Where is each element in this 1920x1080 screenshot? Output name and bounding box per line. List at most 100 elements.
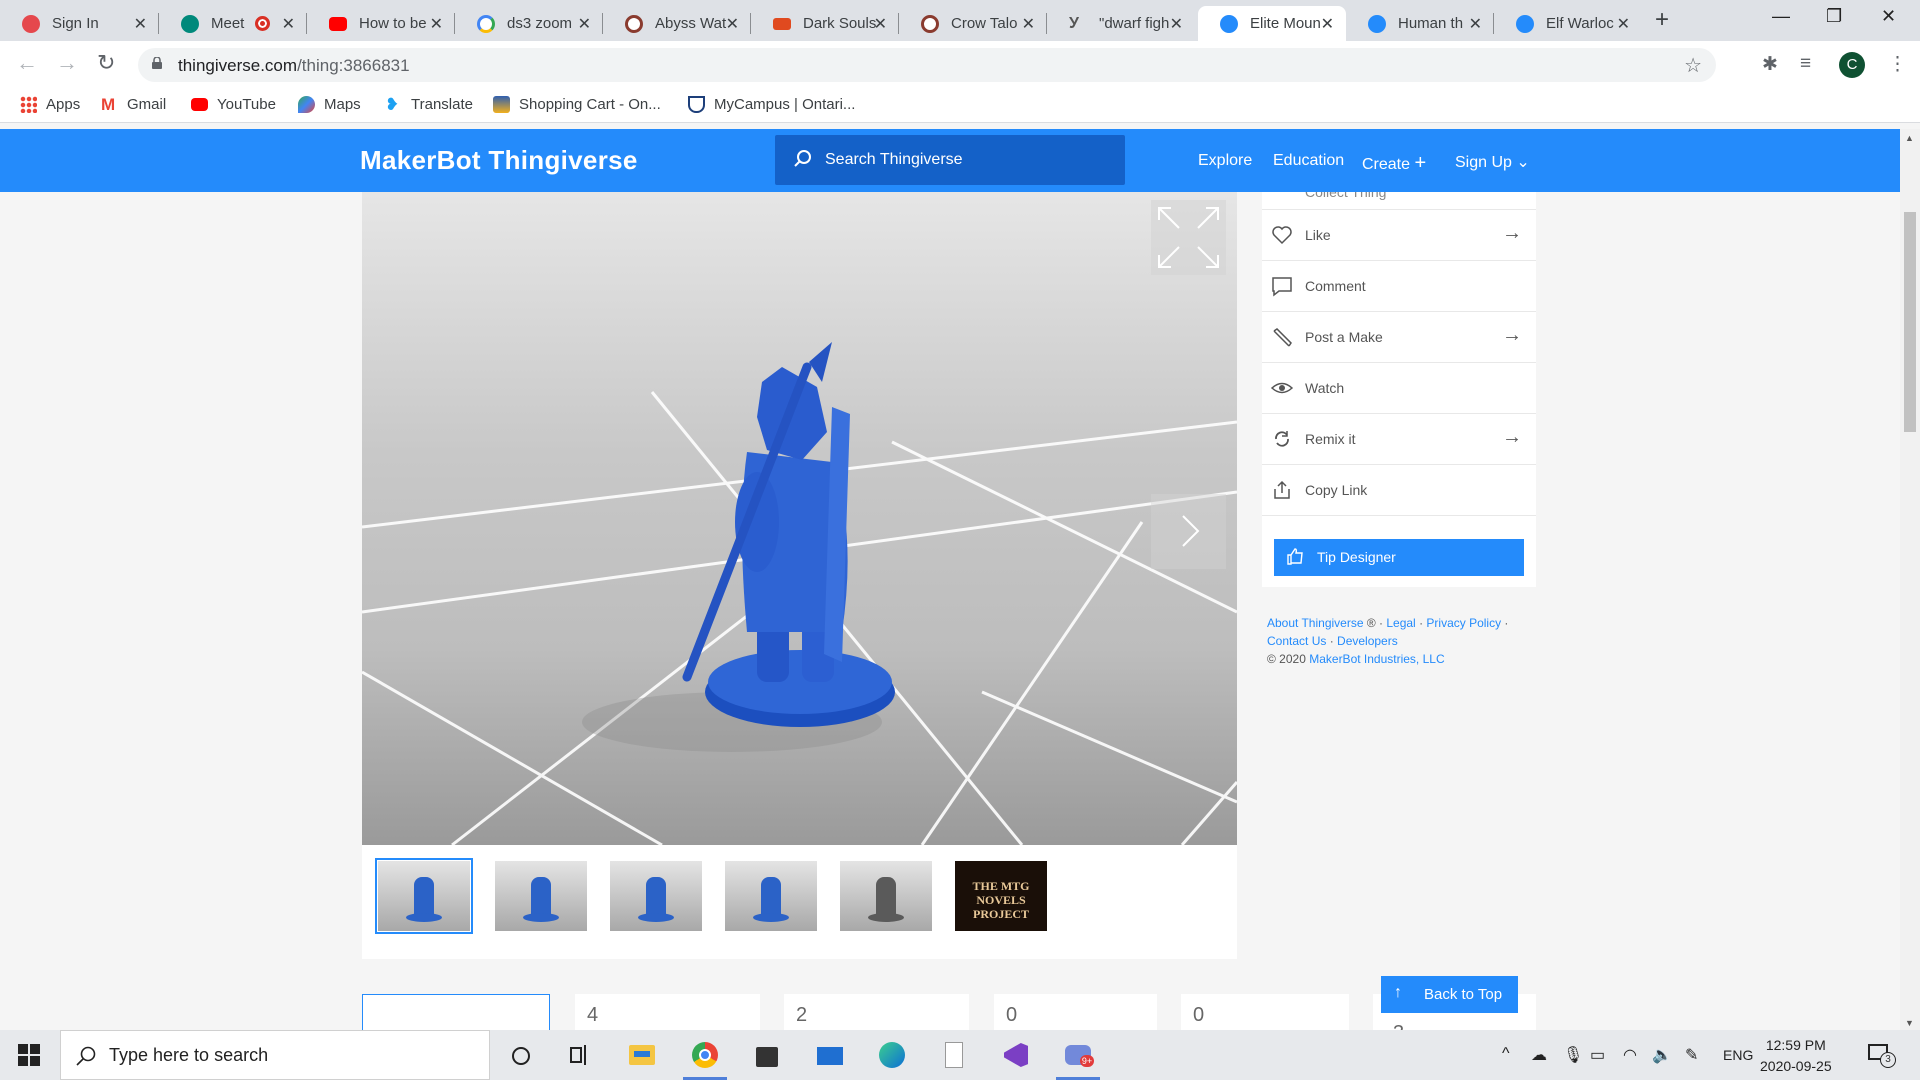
stat-box[interactable]: 2 — [784, 994, 969, 1030]
site-logo[interactable]: MakerBot Thingiverse — [360, 145, 638, 176]
forward-icon[interactable]: → — [56, 50, 78, 76]
system-clock[interactable]: 12:59 PM 2020-09-25 — [1760, 1035, 1832, 1077]
nav-create[interactable]: Create + — [1362, 152, 1426, 175]
watch-button[interactable]: Watch — [1262, 363, 1536, 414]
thumbnail[interactable] — [375, 858, 473, 934]
close-icon[interactable]: ✕ — [578, 14, 591, 34]
address-bar[interactable]: thingiverse.com/thing:3866831 ☆ — [138, 48, 1716, 82]
back-to-top-button[interactable]: ↑ Back to Top — [1381, 976, 1518, 1013]
scroll-up-icon[interactable]: ▲ — [1905, 133, 1914, 143]
reading-list-icon[interactable]: ≡ — [1800, 53, 1811, 75]
language-indicator[interactable]: ENG — [1723, 1047, 1753, 1063]
tab[interactable]: Dark Souls ✕ — [751, 6, 899, 41]
task-view-icon[interactable] — [564, 1039, 596, 1071]
close-window-button[interactable]: ✕ — [1881, 6, 1896, 27]
scrollbar-thumb[interactable] — [1904, 212, 1916, 432]
tab[interactable]: ds3 zoom ✕ — [455, 6, 603, 41]
page-scrollbar[interactable]: ▲ ▼ — [1900, 129, 1920, 1030]
tab[interactable]: Human th ✕ — [1346, 6, 1494, 41]
taskbar-search-input[interactable]: Type here to search — [60, 1030, 490, 1080]
tab-active[interactable]: Elite Moun ✕ — [1198, 6, 1346, 41]
maximize-button[interactable]: ❐ — [1826, 6, 1842, 27]
fullscreen-button[interactable] — [1151, 200, 1226, 275]
legal-link[interactable]: Legal — [1386, 616, 1415, 630]
close-icon[interactable]: ✕ — [282, 14, 295, 34]
thumbnail[interactable] — [610, 861, 702, 931]
star-icon[interactable]: ☆ — [1684, 53, 1702, 78]
menu-kebab-icon[interactable]: ⋮ — [1888, 53, 1907, 76]
file-explorer-icon[interactable] — [626, 1039, 658, 1071]
bookmark-apps[interactable]: Apps — [20, 96, 80, 113]
store-icon[interactable] — [751, 1039, 783, 1071]
close-icon[interactable]: ✕ — [134, 14, 147, 34]
tip-designer-button[interactable]: Tip Designer — [1274, 539, 1524, 576]
chrome-icon[interactable] — [683, 1039, 727, 1080]
thumbnail[interactable] — [840, 861, 932, 931]
stat-box[interactable]: 0 — [994, 994, 1157, 1030]
stat-box[interactable] — [362, 994, 550, 1030]
chevron-up-icon[interactable]: ^ — [1502, 1045, 1510, 1063]
bookmark-translate[interactable]: ❥ Translate — [385, 96, 473, 113]
battery-icon[interactable]: ▭ — [1590, 1045, 1605, 1065]
bookmark-mycampus[interactable]: MyCampus | Ontari... — [688, 96, 855, 113]
contact-link[interactable]: Contact Us — [1267, 634, 1326, 648]
volume-icon[interactable]: 🔈 — [1652, 1045, 1672, 1065]
thumbnail[interactable]: THE MTG NOVELS PROJECT — [955, 861, 1047, 931]
close-icon[interactable]: ✕ — [430, 14, 443, 34]
tab[interactable]: Abyss Wat ✕ — [603, 6, 751, 41]
close-icon[interactable]: ✕ — [1469, 14, 1482, 34]
tab[interactable]: Elf Warloc ✕ — [1494, 6, 1642, 41]
notification-icon[interactable]: 3 — [1866, 1042, 1896, 1068]
thumbnail[interactable] — [495, 861, 587, 931]
nav-sign-up[interactable]: Sign Up ⌄ — [1455, 152, 1530, 172]
post-make-button[interactable]: Post a Make → — [1262, 312, 1536, 363]
tab[interactable]: Crow Talo ✕ — [899, 6, 1047, 41]
comment-button[interactable]: Comment — [1262, 261, 1536, 312]
tab[interactable]: У "dwarf figh ✕ — [1047, 6, 1195, 41]
close-icon[interactable]: ✕ — [1022, 14, 1035, 34]
minimize-button[interactable]: — — [1772, 6, 1790, 27]
privacy-link[interactable]: Privacy Policy — [1426, 616, 1501, 630]
onedrive-icon[interactable]: ☁ — [1531, 1045, 1547, 1065]
next-image-button[interactable] — [1151, 494, 1226, 569]
profile-avatar[interactable]: C — [1839, 52, 1865, 78]
document-icon[interactable] — [938, 1039, 970, 1071]
reload-icon[interactable]: ↻ — [97, 50, 115, 76]
cortana-icon[interactable] — [504, 1039, 536, 1071]
bookmark-youtube[interactable]: YouTube — [191, 96, 276, 113]
nav-explore[interactable]: Explore — [1198, 152, 1252, 170]
nav-education[interactable]: Education — [1273, 152, 1344, 170]
edge-icon[interactable] — [876, 1039, 908, 1071]
bookmark-gmail[interactable]: M Gmail — [101, 96, 166, 113]
copy-link-button[interactable]: Copy Link — [1262, 465, 1536, 516]
model-viewer[interactable] — [362, 192, 1237, 845]
tab[interactable]: Meet ✕ — [159, 6, 307, 41]
close-icon[interactable]: ✕ — [1321, 14, 1334, 34]
wifi-icon[interactable]: ◠ — [1623, 1045, 1637, 1065]
developers-link[interactable]: Developers — [1337, 634, 1398, 648]
like-button[interactable]: Like → — [1262, 210, 1536, 261]
windows-start-icon[interactable] — [18, 1044, 40, 1066]
bookmark-shopping[interactable]: Shopping Cart - On... — [493, 96, 661, 113]
thumbnail[interactable] — [725, 861, 817, 931]
new-tab-button[interactable]: + — [1655, 6, 1669, 34]
microphone-icon[interactable]: 🎙 — [1563, 1045, 1583, 1065]
pen-icon[interactable]: ✎ — [1685, 1045, 1698, 1065]
extensions-icon[interactable]: ✱ — [1762, 53, 1778, 76]
scroll-down-icon[interactable]: ▼ — [1905, 1018, 1914, 1028]
tab[interactable]: How to be ✕ — [307, 6, 455, 41]
about-link[interactable]: About Thingiverse — [1267, 616, 1364, 630]
bookmark-maps[interactable]: Maps — [298, 96, 361, 113]
tab[interactable]: Sign In ✕ — [0, 6, 159, 41]
discord-icon[interactable]: 9+ — [1056, 1039, 1100, 1080]
mail-icon[interactable] — [814, 1039, 846, 1071]
collect-thing-button[interactable]: Collect Thing — [1262, 192, 1536, 210]
close-icon[interactable]: ✕ — [874, 14, 887, 34]
stat-box[interactable]: 4 — [575, 994, 760, 1030]
company-link[interactable]: MakerBot Industries, LLC — [1309, 652, 1444, 666]
search-input[interactable]: Search Thingiverse — [775, 135, 1125, 185]
visual-studio-icon[interactable] — [1000, 1039, 1032, 1071]
close-icon[interactable]: ✕ — [726, 14, 739, 34]
back-icon[interactable]: ← — [16, 50, 38, 76]
remix-button[interactable]: Remix it → — [1262, 414, 1536, 465]
